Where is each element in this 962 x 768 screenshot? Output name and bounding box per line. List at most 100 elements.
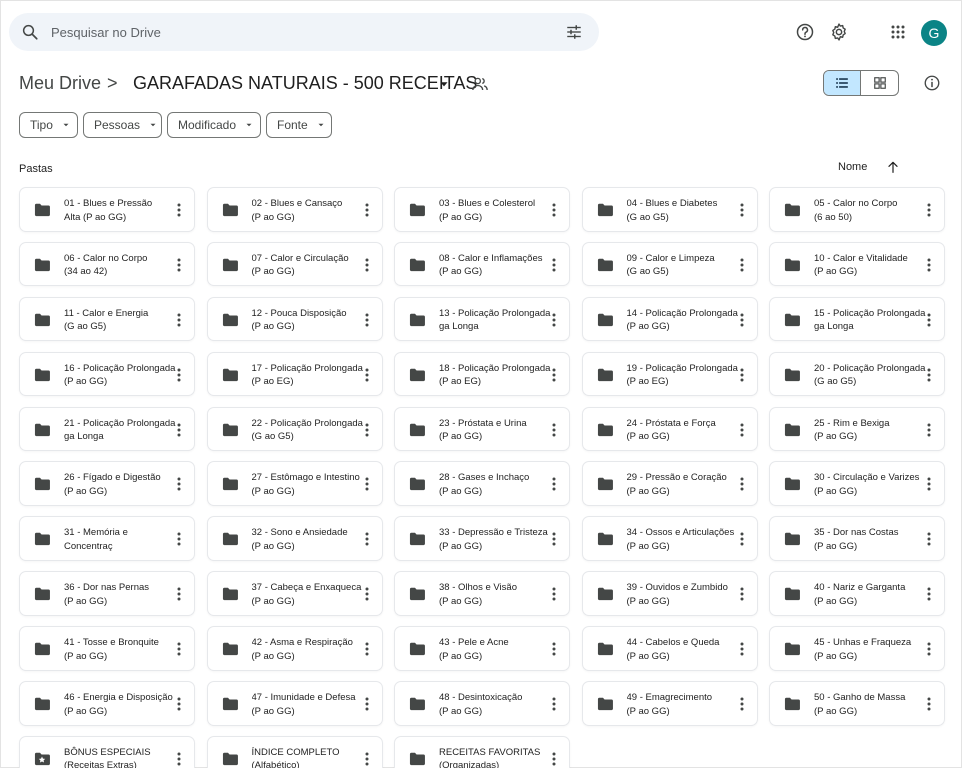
- folder-card[interactable]: 27 - Estômago e Intestino (P ao GG): [206, 461, 383, 507]
- more-options-icon[interactable]: [735, 257, 749, 273]
- folder-card[interactable]: 30 - Circulação e Varizes (P ao GG): [769, 461, 945, 507]
- folder-card[interactable]: 22 - Policação Prolongada (G ao G5): [206, 406, 383, 452]
- more-options-icon[interactable]: [172, 696, 186, 712]
- more-options-icon[interactable]: [922, 312, 936, 328]
- folder-card[interactable]: 04 - Blues e Diabetes (G ao G5): [581, 187, 758, 232]
- more-options-icon[interactable]: [547, 422, 561, 438]
- more-options-icon[interactable]: [547, 751, 561, 767]
- folder-card[interactable]: 49 - Emagrecimento (P ao GG): [581, 681, 758, 726]
- folder-card[interactable]: 05 - Calor no Corpo (6 ao 50): [769, 187, 945, 232]
- filter-chip-source[interactable]: Fonte: [266, 112, 332, 138]
- more-options-icon[interactable]: [735, 586, 749, 602]
- folder-card[interactable]: 26 - Fígado e Digestão (P ao GG): [19, 461, 195, 507]
- folder-card[interactable]: 24 - Próstata e Força (P ao GG): [581, 406, 758, 452]
- folder-card[interactable]: 10 - Calor e Vitalidade (P ao GG): [769, 241, 945, 287]
- more-options-icon[interactable]: [547, 367, 561, 383]
- folder-card[interactable]: 28 - Gases e Inchaço (P ao GG): [394, 461, 570, 507]
- folder-card[interactable]: 50 - Ganho de Massa (P ao GG): [769, 681, 945, 726]
- folder-card[interactable]: 19 - Policação Prolongada (P ao EG): [581, 351, 758, 397]
- more-options-icon[interactable]: [547, 641, 561, 657]
- folder-card[interactable]: 42 - Asma e Respiração (P ao GG): [206, 626, 383, 671]
- more-options-icon[interactable]: [360, 312, 374, 328]
- folder-card[interactable]: 08 - Calor e Inflamações (P ao GG): [394, 241, 570, 287]
- info-icon[interactable]: [923, 74, 941, 92]
- search-options-icon[interactable]: [565, 23, 583, 41]
- folder-card[interactable]: 36 - Dor nas Pernas (P ao GG): [19, 571, 195, 616]
- folder-card[interactable]: 07 - Calor e Circulação (P ao GG): [206, 241, 383, 287]
- more-options-icon[interactable]: [922, 586, 936, 602]
- more-options-icon[interactable]: [547, 696, 561, 712]
- folder-card[interactable]: 33 - Depressão e Tristeza (P ao GG): [394, 516, 570, 561]
- folder-card[interactable]: 34 - Ossos e Articulações (P ao GG): [581, 516, 758, 561]
- more-options-icon[interactable]: [735, 531, 749, 547]
- settings-gear-icon[interactable]: [829, 22, 849, 42]
- more-options-icon[interactable]: [547, 476, 561, 492]
- folder-card[interactable]: 23 - Próstata e Urina (P ao GG): [394, 406, 570, 452]
- more-options-icon[interactable]: [735, 422, 749, 438]
- more-options-icon[interactable]: [735, 476, 749, 492]
- folder-card[interactable]: 02 - Blues e Cansaço (P ao GG): [206, 187, 383, 232]
- folder-card[interactable]: 39 - Ouvidos e Zumbido (P ao GG): [581, 571, 758, 616]
- more-options-icon[interactable]: [360, 257, 374, 273]
- folder-card[interactable]: 45 - Unhas e Fraqueza (P ao GG): [769, 626, 945, 671]
- more-options-icon[interactable]: [360, 751, 374, 767]
- more-options-icon[interactable]: [172, 202, 186, 218]
- more-options-icon[interactable]: [547, 586, 561, 602]
- more-options-icon[interactable]: [172, 422, 186, 438]
- more-options-icon[interactable]: [172, 641, 186, 657]
- folder-card[interactable]: 13 - Policação Prolongada ga Longa: [394, 296, 570, 342]
- more-options-icon[interactable]: [172, 476, 186, 492]
- more-options-icon[interactable]: [360, 367, 374, 383]
- folder-card[interactable]: BÔNUS ESPECIAIS (Receitas Extras): [19, 735, 195, 768]
- more-options-icon[interactable]: [735, 367, 749, 383]
- folder-card[interactable]: 43 - Pele e Acne (P ao GG): [394, 626, 570, 671]
- sort-by-name-button[interactable]: Nome: [838, 161, 867, 173]
- folder-card[interactable]: 09 - Calor e Limpeza (G ao G5): [581, 241, 758, 287]
- folder-card[interactable]: 41 - Tosse e Bronquite (P ao GG): [19, 626, 195, 671]
- breadcrumb-root[interactable]: Meu Drive: [19, 73, 101, 94]
- shared-people-icon[interactable]: [471, 75, 489, 93]
- folder-card[interactable]: 17 - Policação Prolongada (P ao EG): [206, 351, 383, 397]
- folder-menu-caret-icon[interactable]: [437, 77, 451, 91]
- more-options-icon[interactable]: [360, 476, 374, 492]
- more-options-icon[interactable]: [922, 476, 936, 492]
- sort-direction-arrow-up-icon[interactable]: [885, 159, 901, 175]
- search-bar[interactable]: [9, 13, 599, 51]
- more-options-icon[interactable]: [172, 586, 186, 602]
- folder-card[interactable]: 46 - Energia e Disposição (P ao GG): [19, 681, 195, 726]
- help-icon[interactable]: [795, 22, 815, 42]
- folder-card[interactable]: 32 - Sono e Ansiedade (P ao GG): [206, 516, 383, 561]
- more-options-icon[interactable]: [360, 531, 374, 547]
- more-options-icon[interactable]: [735, 312, 749, 328]
- folder-card[interactable]: 29 - Pressão e Coração (P ao GG): [581, 461, 758, 507]
- more-options-icon[interactable]: [360, 696, 374, 712]
- search-icon[interactable]: [21, 23, 39, 41]
- grid-view-button[interactable]: [861, 71, 898, 95]
- more-options-icon[interactable]: [922, 531, 936, 547]
- folder-card[interactable]: 25 - Rim e Bexiga (P ao GG): [769, 406, 945, 452]
- breadcrumb-current-folder[interactable]: GARAFADAS NATURAIS - 500 RECEITAS: [133, 73, 477, 94]
- folder-card[interactable]: 01 - Blues e Pressão Alta (P ao GG): [19, 187, 195, 232]
- filter-chip-type[interactable]: Tipo: [19, 112, 78, 138]
- folder-card[interactable]: 20 - Policação Prolongada (G ao G5): [769, 351, 945, 397]
- folder-card[interactable]: 06 - Calor no Corpo (34 ao 42): [19, 241, 195, 287]
- folder-card[interactable]: 44 - Cabelos e Queda (P ao GG): [581, 626, 758, 671]
- more-options-icon[interactable]: [172, 257, 186, 273]
- more-options-icon[interactable]: [922, 202, 936, 218]
- more-options-icon[interactable]: [547, 312, 561, 328]
- more-options-icon[interactable]: [172, 367, 186, 383]
- folder-card[interactable]: 38 - Olhos e Visão (P ao GG): [394, 571, 570, 616]
- more-options-icon[interactable]: [735, 696, 749, 712]
- more-options-icon[interactable]: [172, 312, 186, 328]
- folder-card[interactable]: ÍNDICE COMPLETO (Alfabético): [206, 735, 383, 768]
- more-options-icon[interactable]: [172, 531, 186, 547]
- more-options-icon[interactable]: [922, 257, 936, 273]
- filter-chip-modified[interactable]: Modificado: [167, 112, 261, 138]
- more-options-icon[interactable]: [922, 422, 936, 438]
- folder-card[interactable]: 12 - Pouca Disposição (P ao GG): [206, 296, 383, 342]
- more-options-icon[interactable]: [360, 641, 374, 657]
- more-options-icon[interactable]: [735, 202, 749, 218]
- folder-card[interactable]: 35 - Dor nas Costas (P ao GG): [769, 516, 945, 561]
- folder-card[interactable]: 31 - Memória e Concentraç(P ao GG): [19, 516, 195, 561]
- folder-card[interactable]: 40 - Nariz e Garganta (P ao GG): [769, 571, 945, 616]
